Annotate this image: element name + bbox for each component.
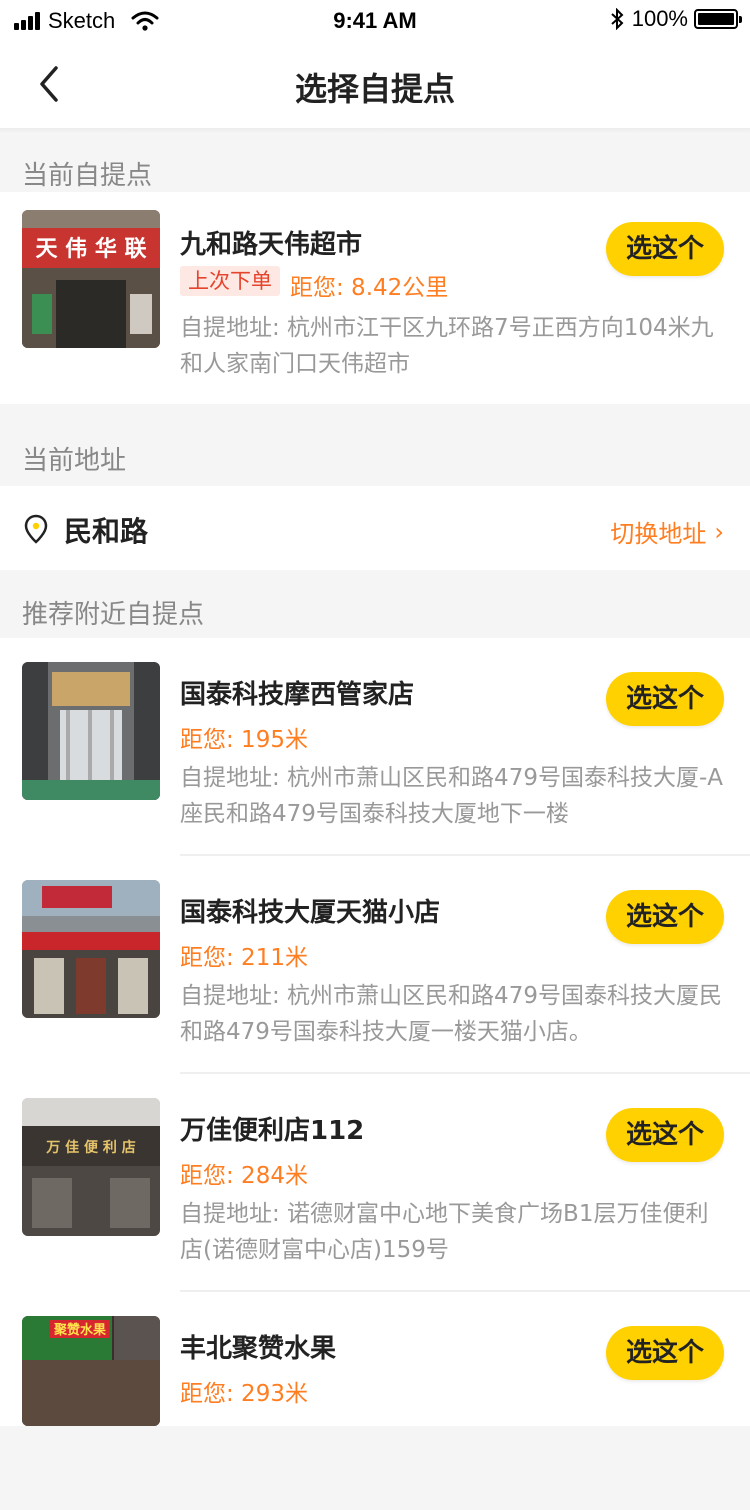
last-order-badge: 上次下单 [180,266,280,296]
select-store-button[interactable]: 选这个 [606,1326,724,1380]
select-store-button[interactable]: 选这个 [606,1108,724,1162]
battery-fill [698,13,734,25]
page-title: 选择自提点 [294,70,455,108]
store-distance: 距您: 293米 [180,1381,308,1407]
select-store-button[interactable]: 选这个 [606,222,724,276]
store-address: 自提地址: 杭州市江干区九环路7号正西方向104米九和人家南门口天伟超市 [180,315,714,377]
list-item: 万 佳 便 利 店 万佳便利店112 距您: 284米 自提地址: 诺德财富中心… [0,1074,750,1292]
store-thumbnail: 天 伟 华 联 [22,210,160,348]
list-item: 聚赞水果 丰北聚赞水果 距您: 293米 选这个 [0,1292,750,1510]
list-item: 国泰科技摩西管家店 距您: 195米 自提地址: 杭州市萧山区民和路479号国泰… [0,638,750,856]
location-pin-icon [24,514,48,544]
store-distance: 距您: 211米 [180,945,308,971]
bluetooth-icon [611,8,624,30]
store-address: 自提地址: 诺德财富中心地下美食广场B1层万佳便利店(诺德财富中心店)159号 [180,1201,709,1263]
select-store-button[interactable]: 选这个 [606,672,724,726]
battery-percent: 100% [631,6,688,31]
section-label-current-pickup: 当前自提点 [22,161,153,191]
recommended-list: 国泰科技摩西管家店 距您: 195米 自提地址: 杭州市萧山区民和路479号国泰… [0,638,750,1426]
store-thumbnail [22,662,160,800]
store-name: 九和路天伟超市 [180,230,363,260]
shop-sign-text: 天 伟 华 联 [36,236,147,262]
store-name: 国泰科技摩西管家店 [180,680,415,710]
status-right: 100% [610,6,742,32]
store-thumbnail: 万 佳 便 利 店 [22,1098,160,1236]
section-label-recommended: 推荐附近自提点 [22,600,205,630]
store-distance: 距您: 284米 [180,1163,308,1189]
nav-bar: 选择自提点 [0,40,750,128]
current-pickup-card: 天 伟 华 联 九和路天伟超市 上次下单 距您: 8.42公里 自提地址: 杭州… [0,192,750,404]
list-item: 国泰科技大厦天猫小店 距您: 211米 自提地址: 杭州市萧山区民和路479号国… [0,856,750,1074]
status-bar: Sketch 9:41 AM 100% [0,0,750,40]
store-distance: 距您: 8.42公里 [290,275,449,301]
store-name: 万佳便利店112 [180,1116,365,1146]
store-name: 国泰科技大厦天猫小店 [180,898,441,928]
store-address: 自提地址: 杭州市萧山区民和路479号国泰科技大厦-A座民和路479号国泰科技大… [180,765,723,827]
select-store-button[interactable]: 选这个 [606,890,724,944]
store-distance: 距您: 195米 [180,727,308,753]
shop-sign-text: 万 佳 便 利 店 [45,1139,136,1156]
store-address: 自提地址: 杭州市萧山区民和路479号国泰科技大厦民和路479号国泰科技大厦一楼… [180,983,722,1045]
nav-divider [0,128,750,134]
current-address-name: 民和路 [64,515,149,548]
section-label-current-address: 当前地址 [22,446,127,476]
store-name: 丰北聚赞水果 [180,1334,337,1364]
battery-icon [694,9,742,29]
current-address-row: 民和路 切换地址 › [0,486,750,570]
store-thumbnail [22,880,160,1018]
chevron-right-icon: › [714,517,724,546]
switch-address-label: 切换地址 [610,520,707,548]
switch-address-link[interactable]: 切换地址 › [610,514,724,549]
store-thumbnail: 聚赞水果 [22,1316,160,1426]
shop-sign-text: 聚赞水果 [53,1322,106,1338]
